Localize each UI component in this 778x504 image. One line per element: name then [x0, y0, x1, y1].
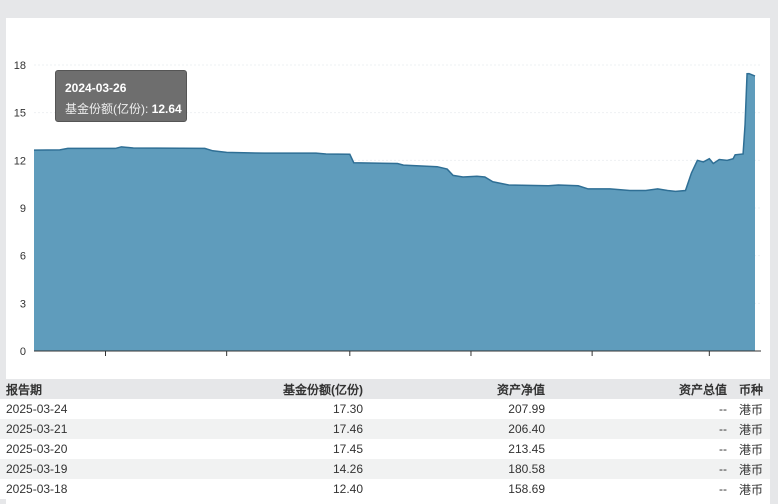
table-row: 2025-03-19 14.26 180.58 -- 港币 [0, 459, 770, 479]
cell-share: 17.46 [332, 422, 363, 436]
fund-share-table: 报告期 基金份额(亿份) 资产净值 资产总值 币种 2025-03-24 17.3… [0, 379, 770, 499]
cell-date: 2025-03-21 [6, 422, 68, 436]
table-header: 报告期 基金份额(亿份) 资产净值 资产总值 币种 [0, 379, 770, 399]
table-row: 2025-03-18 12.40 158.69 -- 港币 [0, 479, 770, 499]
cell-share: 12.40 [332, 482, 363, 496]
tooltip-label: 基金份额(亿份): [65, 102, 149, 116]
cell-total-assets: -- [719, 402, 727, 416]
y-tick-label: 15 [14, 108, 26, 120]
cell-currency: 港币 [739, 442, 764, 457]
cell-net-assets: 206.40 [508, 422, 545, 436]
cell-currency: 港币 [739, 402, 764, 417]
y-tick-label: 12 [14, 155, 26, 167]
y-tick-label: 3 [20, 298, 26, 310]
table-row: 2025-03-24 17.30 207.99 -- 港币 [0, 399, 770, 419]
col-currency: 币种 [733, 379, 770, 399]
cell-currency: 港币 [739, 422, 764, 437]
cell-share: 17.30 [332, 402, 363, 416]
cell-total-assets: -- [719, 462, 727, 476]
y-tick-label: 9 [20, 203, 26, 215]
y-tick-label: 6 [20, 251, 26, 263]
cell-currency: 港币 [739, 482, 764, 497]
cell-net-assets: 213.45 [508, 442, 545, 456]
cell-total-assets: -- [719, 422, 727, 436]
cell-net-assets: 180.58 [508, 462, 545, 476]
cell-total-assets: -- [719, 442, 727, 456]
cell-date: 2025-03-18 [6, 482, 68, 496]
y-tick-label: 0 [20, 346, 26, 356]
col-fund-share: 基金份额(亿份) [132, 379, 369, 399]
cell-date: 2025-03-19 [6, 462, 68, 476]
tooltip-date: 2024-03-26 [65, 81, 127, 95]
cell-share: 14.26 [332, 462, 363, 476]
table-row: 2025-03-20 17.45 213.45 -- 港币 [0, 439, 770, 459]
cell-net-assets: 207.99 [508, 402, 545, 416]
cell-share: 17.45 [332, 442, 363, 456]
cell-date: 2025-03-20 [6, 442, 68, 456]
cell-currency: 港币 [739, 462, 764, 477]
table-row: 2025-03-21 17.46 206.40 -- 港币 [0, 419, 770, 439]
y-tick-label: 18 [14, 60, 26, 72]
col-net-assets: 资产净值 [369, 379, 551, 399]
cell-total-assets: -- [719, 482, 727, 496]
cell-net-assets: 158.69 [508, 482, 545, 496]
cell-date: 2025-03-24 [6, 402, 68, 416]
col-total-assets: 资产总值 [551, 379, 733, 399]
tooltip-value: 12.64 [151, 102, 182, 116]
chart-tooltip: 2024-03-26 基金份额(亿份): 12.64 [55, 70, 187, 122]
col-report-date: 报告期 [0, 379, 132, 399]
